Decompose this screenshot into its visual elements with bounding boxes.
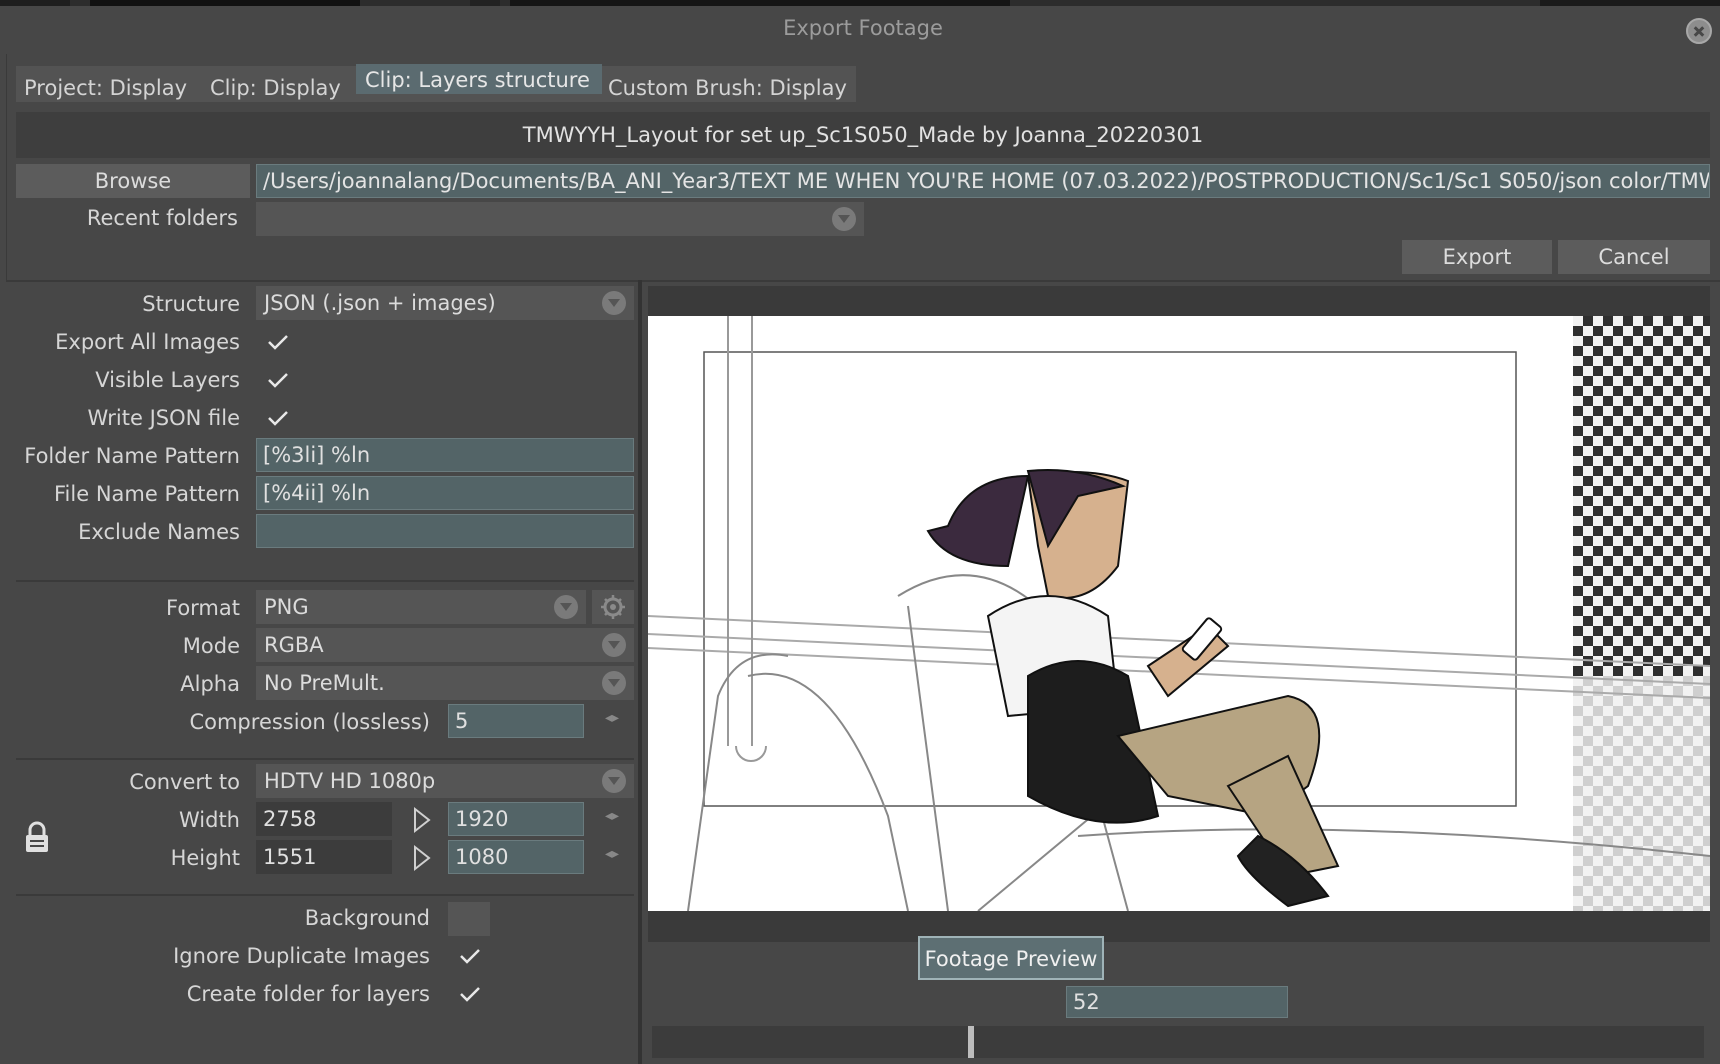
structure-dropdown[interactable]: JSON (.json + images) (256, 286, 634, 320)
play-arrow-icon (414, 844, 431, 872)
chevron-down-icon (832, 207, 856, 231)
file-name-pattern-label: File Name Pattern (54, 482, 240, 506)
file-name-pattern-input[interactable]: [%4ii] %ln (256, 476, 634, 510)
export-all-images-label: Export All Images (55, 330, 240, 354)
convert-to-label: Convert to (129, 770, 240, 794)
tab-clip-layers-structure[interactable]: Clip: Layers structure (356, 64, 602, 94)
recent-folders-dropdown[interactable] (256, 202, 864, 236)
chevron-down-icon (602, 769, 626, 793)
timeline-slider[interactable] (652, 1026, 1704, 1058)
character-illustration (648, 316, 1710, 911)
divider (16, 580, 634, 582)
timeline-slider-handle[interactable] (968, 1026, 974, 1058)
compression-stepper[interactable]: ◂▸ (600, 710, 624, 730)
folder-name-pattern-label: Folder Name Pattern (24, 444, 240, 468)
chevron-down-icon (554, 595, 578, 619)
target-width-input[interactable]: 1920 (448, 802, 584, 836)
structure-label: Structure (142, 292, 240, 316)
mode-label: Mode (182, 634, 240, 658)
visible-layers-checkbox[interactable] (266, 368, 290, 392)
source-height-value: 1551 (256, 840, 392, 874)
compression-input[interactable]: 5 (448, 704, 584, 738)
height-stepper[interactable]: ◂▸ (600, 846, 624, 866)
export-all-images-checkbox[interactable] (266, 330, 290, 354)
footage-preview-image (648, 316, 1710, 911)
alpha-value: No PreMult. (264, 671, 385, 695)
exclude-names-label: Exclude Names (78, 520, 240, 544)
convert-to-value: HDTV HD 1080p (264, 769, 436, 793)
write-json-checkbox[interactable] (266, 406, 290, 430)
export-path-field[interactable]: /Users/joannalang/Documents/BA_ANI_Year3… (256, 164, 1710, 198)
folder-name-pattern-input[interactable]: [%3li] %ln (256, 438, 634, 472)
convert-to-dropdown[interactable]: HDTV HD 1080p (256, 764, 634, 798)
visible-layers-label: Visible Layers (95, 368, 240, 392)
gear-icon (601, 595, 625, 619)
close-icon[interactable] (1686, 18, 1712, 44)
mode-value: RGBA (264, 633, 324, 657)
height-label: Height (170, 846, 240, 870)
format-settings-button[interactable] (592, 590, 634, 624)
play-arrow-icon (414, 806, 431, 834)
source-width-value: 2758 (256, 802, 392, 836)
divider (16, 758, 634, 760)
dialog-title: Export Footage (783, 16, 943, 40)
frame-number-input[interactable]: 52 (1066, 986, 1288, 1018)
footage-preview-button[interactable]: Footage Preview (918, 936, 1104, 980)
ignore-duplicates-label: Ignore Duplicate Images (173, 944, 430, 968)
alpha-label: Alpha (180, 672, 240, 696)
compression-label: Compression (lossless) (189, 710, 430, 734)
exclude-names-input[interactable] (256, 514, 634, 548)
tab-bar: Project: Display Clip: Display Clip: Lay… (16, 64, 856, 102)
alpha-dropdown[interactable]: No PreMult. (256, 666, 634, 700)
format-dropdown[interactable]: PNG (256, 590, 586, 624)
write-json-label: Write JSON file (87, 406, 240, 430)
chevron-down-icon (602, 291, 626, 315)
mode-dropdown[interactable]: RGBA (256, 628, 634, 662)
divider (16, 894, 634, 896)
target-height-input[interactable]: 1080 (448, 840, 584, 874)
tab-clip-display[interactable]: Clip: Display (210, 76, 341, 112)
background-color-swatch[interactable] (448, 902, 490, 936)
chevron-down-icon (602, 671, 626, 695)
create-folder-checkbox[interactable] (458, 982, 482, 1006)
browse-button[interactable]: Browse (16, 164, 250, 198)
chevron-down-icon (602, 633, 626, 657)
tab-project-display[interactable]: Project: Display (24, 76, 187, 112)
background-label: Background (304, 906, 430, 930)
tab-custom-brush-display[interactable]: Custom Brush: Display (608, 76, 847, 112)
width-stepper[interactable]: ◂▸ (600, 808, 624, 828)
cancel-button[interactable]: Cancel (1558, 240, 1710, 274)
ignore-duplicates-checkbox[interactable] (458, 944, 482, 968)
panel-divider (638, 280, 642, 1064)
clip-name-header: TMWYYH_Layout for set up_Sc1S050_Made by… (16, 112, 1710, 158)
recent-folders-label: Recent folders (86, 206, 238, 230)
create-folder-label: Create folder for layers (186, 982, 430, 1006)
export-button[interactable]: Export (1402, 240, 1552, 274)
format-value: PNG (264, 595, 309, 619)
format-label: Format (165, 596, 240, 620)
structure-value: JSON (.json + images) (264, 291, 496, 315)
